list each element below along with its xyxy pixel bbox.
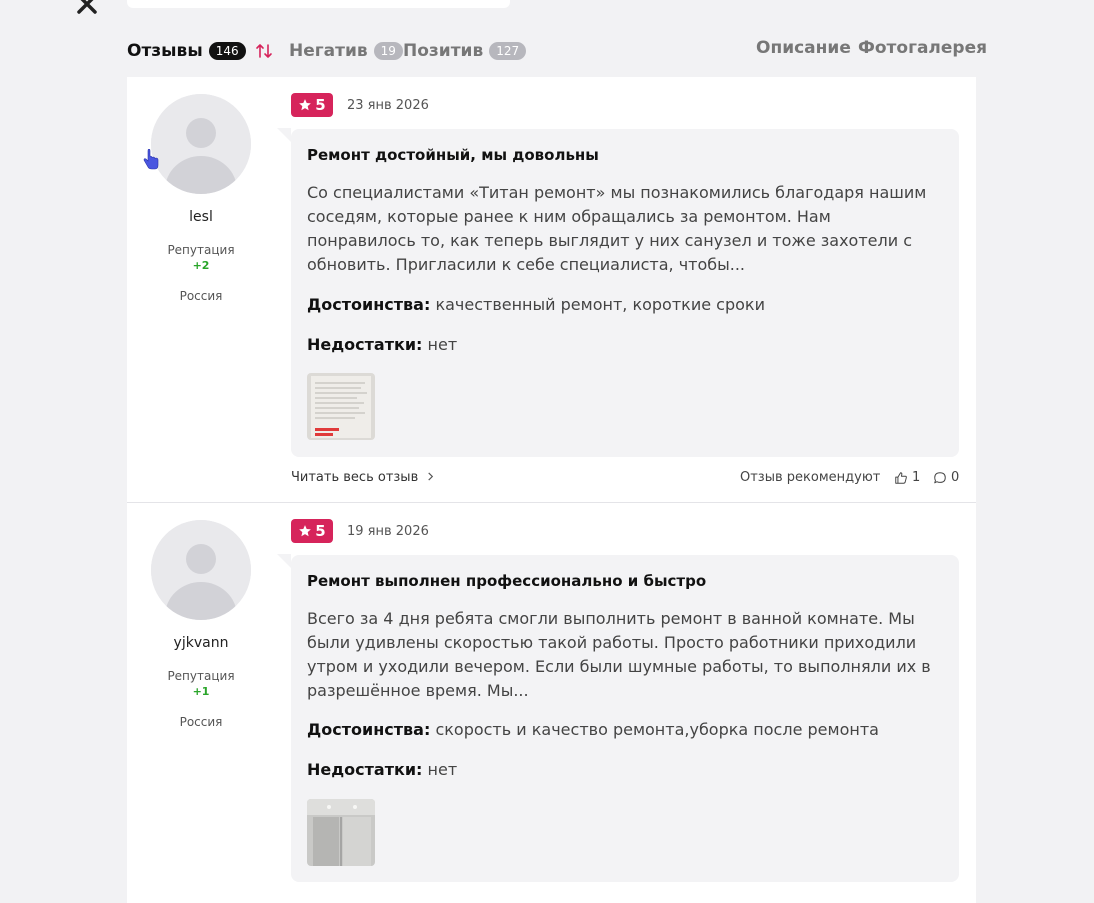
pros-row: Достоинства: качественный ремонт, коротк…	[307, 295, 765, 314]
reputation-value: +1	[192, 685, 210, 698]
tab-negative[interactable]: Негатив 19	[289, 38, 403, 64]
tab-negative-label: Негатив	[289, 41, 368, 61]
cons-row: Недостатки: нет	[307, 760, 457, 779]
username[interactable]: yjkvann	[127, 635, 275, 651]
cons-text: нет	[427, 335, 458, 354]
rating-value: 5	[315, 96, 326, 114]
review-card: lesl Репутация +2 Россия 5 23 янв 2026 Р…	[127, 77, 976, 502]
review-photo-thumbnail[interactable]	[307, 799, 375, 866]
reputation-label: Репутация	[167, 669, 235, 683]
read-more-label: Читать весь отзыв	[291, 470, 419, 485]
cons-label: Недостатки:	[307, 335, 423, 354]
comment-icon	[934, 471, 946, 483]
cons-label: Недостатки:	[307, 760, 423, 779]
tab-reviews-label: Отзывы	[127, 41, 203, 61]
pointer-cursor-icon	[143, 149, 159, 170]
pros-label: Достоинства:	[307, 295, 431, 314]
likes-count: 1	[912, 470, 921, 485]
tab-positive-count: 127	[489, 42, 527, 60]
review-text: Всего за 4 дня ребята смогли выполнить р…	[307, 609, 931, 700]
like-button[interactable]: 1	[894, 470, 920, 485]
review-date: 19 янв 2026	[347, 524, 429, 539]
rating-badge: 5	[291, 93, 333, 117]
tab-positive-label: Позитив	[403, 41, 484, 61]
review-title[interactable]: Ремонт выполнен профессионально и быстро	[307, 572, 706, 590]
search-input[interactable]	[127, 0, 510, 8]
comments-count: 0	[951, 470, 960, 485]
pros-label: Достоинства:	[307, 720, 431, 739]
country: Россия	[179, 715, 223, 729]
review-photo-thumbnail[interactable]	[307, 373, 375, 440]
rating-badge: 5	[291, 519, 333, 543]
tab-positive[interactable]: Позитив 127	[403, 38, 527, 64]
review-tabs: Отзывы 146 Негатив 19 Позитив 127 Описан…	[127, 38, 987, 66]
tab-gallery[interactable]: Фотогалерея	[858, 38, 987, 58]
reputation-value: +2	[192, 259, 210, 272]
star-icon	[299, 99, 312, 111]
thumbs-up-icon	[895, 471, 907, 484]
chevron-right-icon	[428, 472, 434, 481]
review-body: Ремонт выполнен профессионально и быстро…	[277, 554, 959, 882]
cons-row: Недостатки: нет	[307, 335, 457, 354]
close-icon[interactable]	[75, 0, 99, 16]
review-text: Со специалистами «Титан ремонт» мы позна…	[307, 183, 927, 274]
country: Россия	[179, 289, 223, 303]
avatar[interactable]	[151, 94, 251, 194]
read-full-review-link[interactable]: Читать весь отзыв	[291, 470, 435, 485]
sort-icon[interactable]	[255, 42, 273, 60]
review-card: yjkvann Репутация +1 Россия 5 19 янв 202…	[127, 503, 976, 903]
tab-negative-count: 19	[373, 42, 403, 60]
review-date: 23 янв 2026	[347, 98, 429, 113]
review-body: Ремонт достойный, мы довольны Со специал…	[277, 128, 959, 457]
cons-text: нет	[427, 760, 458, 779]
recommend-label: Отзыв рекомендуют	[740, 470, 881, 485]
review-title[interactable]: Ремонт достойный, мы довольны	[307, 146, 599, 164]
rating-value: 5	[315, 522, 326, 540]
username[interactable]: lesl	[127, 209, 275, 225]
star-icon	[299, 525, 312, 537]
pros-text: скорость и качество ремонта,уборка после…	[435, 720, 879, 739]
tab-reviews-count: 146	[208, 42, 246, 60]
avatar[interactable]	[151, 520, 251, 620]
tab-reviews[interactable]: Отзывы 146	[127, 38, 246, 64]
pros-text: качественный ремонт, короткие сроки	[435, 295, 765, 314]
pros-row: Достоинства: скорость и качество ремонта…	[307, 720, 879, 739]
reputation-label: Репутация	[167, 243, 235, 257]
tab-description[interactable]: Описание	[756, 38, 851, 58]
comments-button[interactable]: 0	[933, 470, 959, 485]
